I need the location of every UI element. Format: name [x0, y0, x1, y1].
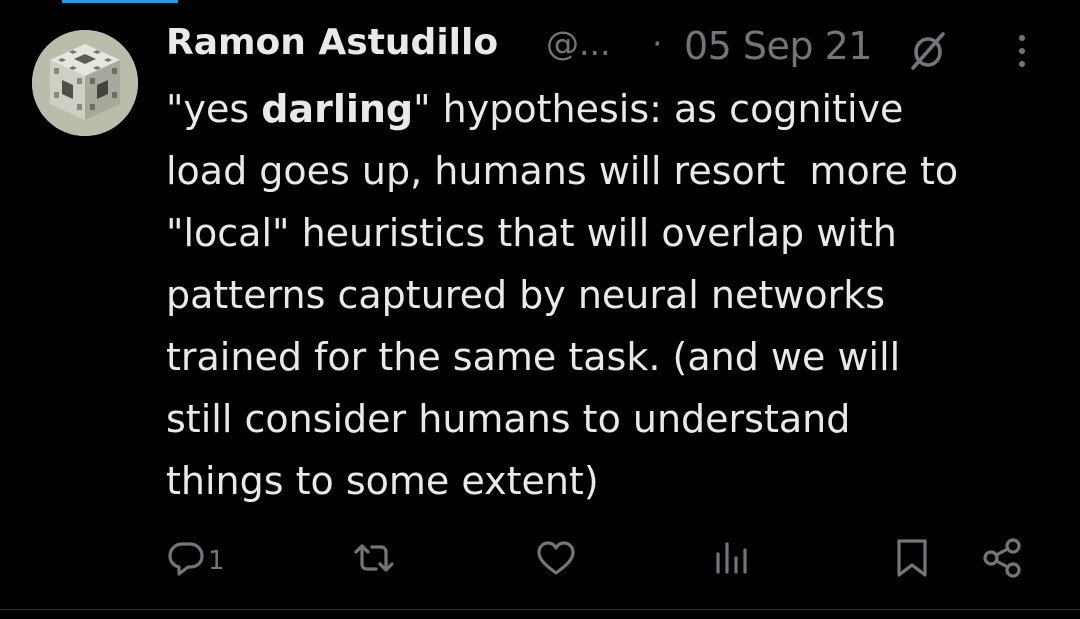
- author-display-name[interactable]: Ramon Astudillo: [166, 22, 498, 63]
- tweet-text-line: still consider humans to understand: [166, 388, 1066, 450]
- bookmark-icon: [897, 539, 927, 577]
- tweet-text-line: load goes up, humans will resort more to: [166, 140, 1066, 202]
- tweet-text-segment: patterns captured by neural networks: [166, 273, 886, 317]
- heart-icon: [537, 541, 575, 575]
- tweet-actions: 1: [0, 530, 1080, 586]
- reply-count: 1: [208, 546, 225, 576]
- share-button[interactable]: [980, 530, 1024, 586]
- header-separator: ·: [652, 24, 663, 63]
- muted-icon: [906, 28, 950, 72]
- views-button[interactable]: [712, 530, 752, 586]
- tweet-text-segment: "yes: [166, 87, 262, 131]
- bookmark-button[interactable]: [892, 530, 932, 586]
- avatar[interactable]: [32, 30, 138, 136]
- tweet-text-line: "yes darling" hypothesis: as cognitive: [166, 78, 1066, 140]
- tweet-text-bold: darling: [261, 87, 414, 131]
- tweet-text-line: "local" heuristics that will overlap wit…: [166, 202, 1066, 264]
- more-vertical-icon[interactable]: [1008, 32, 1036, 76]
- tweet-text-segment: " hypothesis: as cognitive: [413, 87, 904, 131]
- tweet-date[interactable]: 05 Sep 21: [684, 24, 873, 68]
- tweet-text-segment: still consider humans to understand: [166, 397, 851, 441]
- tweet-text: "yes darling" hypothesis: as cognitive lo…: [166, 78, 1066, 512]
- tweet-text-segment: "local" heuristics that will overlap wit…: [166, 211, 897, 255]
- active-tab-indicator: [62, 0, 178, 3]
- share-icon: [983, 538, 1021, 578]
- reply-button[interactable]: 1: [166, 530, 225, 586]
- divider: [0, 609, 1080, 610]
- tweet-text-line: things to some extent): [166, 450, 1066, 512]
- tweet-text-segment: load goes up, humans will resort more to: [166, 149, 959, 193]
- tweet-header: Ramon Astudillo @... · 05 Sep 21: [166, 20, 1060, 76]
- retweet-icon: [354, 544, 394, 572]
- retweet-button[interactable]: [350, 530, 398, 586]
- like-button[interactable]: [534, 530, 578, 586]
- tweet-text-line: trained for the same task. (and we will: [166, 326, 1066, 388]
- views-icon: [716, 542, 747, 574]
- reply-icon: [168, 542, 204, 576]
- menger-sponge-avatar-icon: [32, 30, 138, 136]
- tweet-text-segment: trained for the same task. (and we will: [166, 335, 901, 379]
- author-handle[interactable]: @...: [546, 24, 610, 63]
- tweet-text-line: patterns captured by neural networks: [166, 264, 1066, 326]
- tweet-text-segment: things to some extent): [166, 459, 599, 503]
